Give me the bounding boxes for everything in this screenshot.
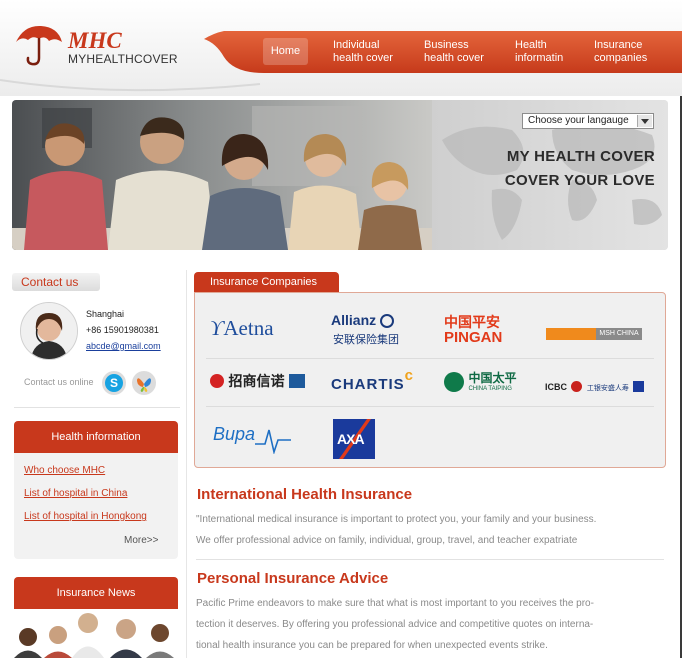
section-text-line: tection it deserves. By offering you pro… bbox=[196, 619, 594, 630]
umbrella-logo-icon bbox=[16, 25, 62, 66]
taiping-mark-icon bbox=[444, 372, 464, 392]
insurance-companies-tab[interactable]: Insurance Companies bbox=[194, 272, 339, 293]
banner-slogan-line2: COVER YOUR LOVE bbox=[504, 172, 655, 189]
section-text-line: We offer professional advice on family, … bbox=[196, 535, 578, 546]
page: MHC MYHEALTHCOVER Home Individual health … bbox=[0, 0, 682, 658]
pingan-name: PINGAN bbox=[444, 329, 503, 346]
nav-health-information[interactable]: Health informatin bbox=[515, 31, 575, 73]
logo-row-divider bbox=[206, 358, 654, 359]
taiping-name: CHINA TAIPING bbox=[468, 386, 512, 392]
taiping-names: 中国太平 CHINA TAIPING bbox=[468, 372, 516, 393]
section-divider bbox=[196, 559, 664, 560]
language-select[interactable]: Choose your langauge bbox=[522, 113, 654, 129]
chartis-swoosh-icon: c bbox=[404, 367, 415, 384]
cmb-mark-icon bbox=[210, 374, 224, 388]
main-navigation: Home Individual health cover Business heal… bbox=[204, 31, 682, 73]
section-text-personal: Pacific Prime endeavors to make sure tha… bbox=[196, 593, 662, 656]
nav-insurance-line1: Insurance bbox=[594, 39, 643, 51]
chartis-name: CHARTIS bbox=[331, 376, 405, 393]
bupa-name: Bupa bbox=[213, 424, 256, 444]
insurance-news-title: Insurance News bbox=[14, 577, 178, 609]
nav-individual-label: Individual health cover bbox=[333, 39, 393, 65]
axa-logo[interactable]: AXA bbox=[333, 419, 375, 459]
section-title-international: International Health Insurance bbox=[197, 486, 413, 503]
axa-small-icon bbox=[633, 381, 645, 392]
aetna-mark-icon: ϒ bbox=[210, 316, 224, 340]
contact-phone: +86 15901980381 bbox=[86, 325, 159, 335]
column-divider bbox=[186, 270, 187, 658]
nav-insurance-label: Insurance companies bbox=[594, 39, 647, 65]
link-hospital-china[interactable]: List of hospital in China bbox=[24, 488, 127, 499]
msh-china-logo[interactable]: MSH CHINA bbox=[546, 328, 642, 340]
taiping-chinese-name: 中国太平 bbox=[468, 371, 517, 385]
link-hospital-hongkong[interactable]: List of hospital in Hongkong bbox=[24, 511, 147, 522]
nav-business-health-cover[interactable]: Business health cover bbox=[424, 31, 494, 73]
msh-stripe bbox=[546, 328, 598, 340]
icbc-mark-icon bbox=[571, 381, 583, 392]
contact-city: Shanghai bbox=[86, 309, 125, 319]
china-taiping-logo[interactable]: 中国太平 CHINA TAIPING bbox=[444, 372, 516, 393]
nav-home[interactable]: Home bbox=[263, 38, 308, 65]
cigna-mark-icon bbox=[288, 374, 305, 388]
icbc-axa-chinese-name: 工银安盛人寿 bbox=[586, 385, 629, 392]
link-who-choose-mhc[interactable]: Who choose MHC bbox=[24, 465, 105, 476]
cmb-chinese-name: 招商信诺 bbox=[228, 373, 285, 389]
msn-butterfly-icon bbox=[137, 378, 151, 392]
brand-subtitle: MYHEALTHCOVER bbox=[68, 52, 178, 66]
banner-slogan-line1: MY HEALTH COVER bbox=[506, 148, 655, 165]
nav-business-line1: Business bbox=[424, 39, 469, 51]
contact-divider bbox=[14, 407, 180, 408]
nav-health-label: Health informatin bbox=[515, 39, 563, 65]
nav-individual-health-cover[interactable]: Individual health cover bbox=[333, 31, 403, 73]
axa-name: AXA bbox=[337, 431, 365, 447]
aetna-logo[interactable]: ϒAetna bbox=[210, 316, 274, 341]
health-information-title: Health information bbox=[14, 421, 178, 453]
icbc-name: ICBC bbox=[545, 382, 567, 392]
contact-online-label: Contact us online bbox=[24, 377, 94, 387]
section-text-international: "International medical insurance is impo… bbox=[196, 509, 662, 551]
nav-health-line2: informatin bbox=[515, 52, 564, 64]
language-select-value: Choose your langauge bbox=[528, 115, 629, 126]
bupa-heartbeat-icon bbox=[255, 429, 291, 454]
nav-business-label: Business health cover bbox=[424, 39, 484, 65]
allianz-logo[interactable]: Allianz bbox=[331, 312, 395, 328]
msn-button[interactable] bbox=[132, 371, 156, 395]
contact-email-link[interactable]: abcde@gmail.com bbox=[86, 341, 161, 351]
icbc-axa-logo[interactable]: ICBC 工银安盛人寿 bbox=[545, 377, 645, 395]
support-avatar bbox=[20, 302, 78, 360]
allianz-chinese-name: 安联保险集团 bbox=[333, 334, 399, 346]
nav-insurance-line2: companies bbox=[594, 52, 648, 64]
msh-name: MSH CHINA bbox=[596, 328, 642, 340]
nav-business-line2: health cover bbox=[424, 52, 484, 64]
nav-home-label: Home bbox=[270, 45, 301, 57]
dropdown-arrow-icon[interactable] bbox=[637, 115, 652, 127]
bupa-logo[interactable]: Bupa bbox=[213, 424, 255, 445]
allianz-eagle-icon bbox=[380, 314, 395, 328]
section-text-line: tional health insurance you can be prepa… bbox=[196, 640, 548, 651]
nav-individual-line2: health cover bbox=[333, 52, 393, 64]
aetna-name: Aetna bbox=[223, 316, 274, 340]
skype-icon: S bbox=[105, 374, 123, 392]
allianz-name: Allianz bbox=[331, 312, 377, 328]
operator-photo bbox=[21, 303, 77, 359]
logo-row-divider bbox=[206, 406, 654, 407]
section-text-line: Pacific Prime endeavors to make sure tha… bbox=[196, 598, 594, 609]
brand-name[interactable]: MHC bbox=[68, 28, 122, 54]
contact-us-tab[interactable]: Contact us bbox=[12, 273, 100, 291]
chartis-logo[interactable]: CHARTISc bbox=[331, 367, 414, 393]
nav-insurance-companies[interactable]: Insurance companies bbox=[594, 31, 664, 73]
nav-health-line1: Health bbox=[515, 39, 547, 51]
section-text-line: "International medical insurance is impo… bbox=[196, 514, 597, 525]
nav-individual-line1: Individual bbox=[333, 39, 380, 51]
health-more-link[interactable]: More>> bbox=[124, 535, 158, 546]
cmb-cigna-logo[interactable]: 招商信诺 bbox=[210, 371, 305, 391]
news-people-photo bbox=[14, 609, 178, 658]
section-title-personal: Personal Insurance Advice bbox=[197, 570, 389, 587]
skype-button[interactable]: S bbox=[102, 371, 126, 395]
